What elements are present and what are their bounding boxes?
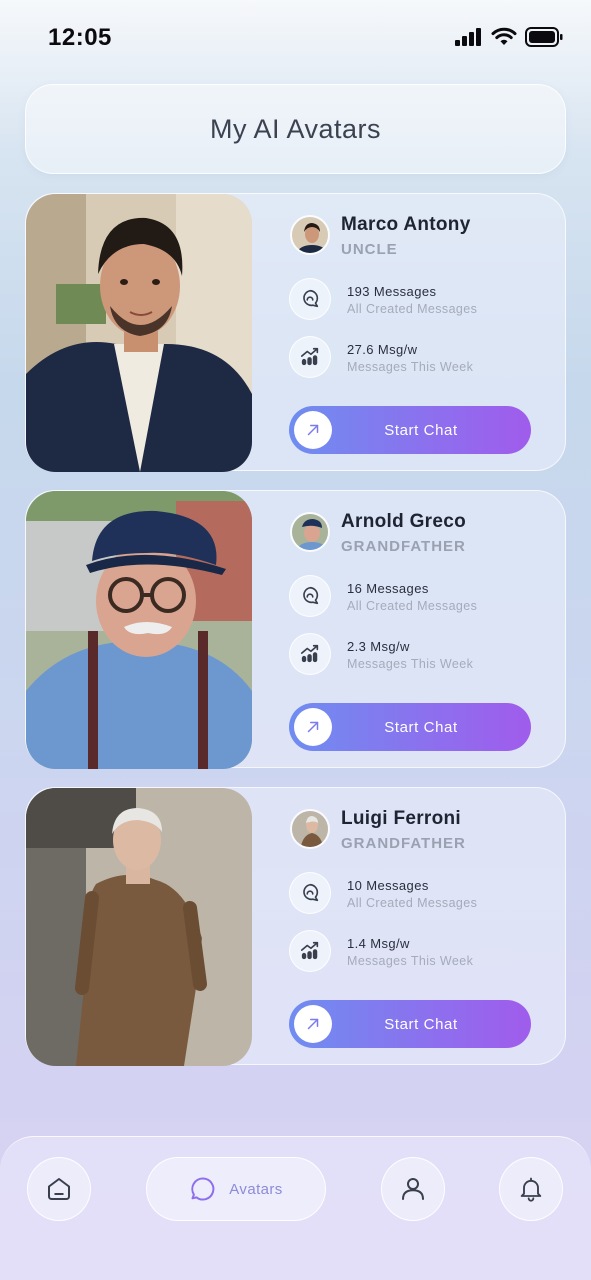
person-name: Luigi Ferroni	[341, 808, 462, 829]
header-card: My AI Avatars	[25, 84, 566, 174]
message-bubble-icon	[303, 586, 319, 605]
avatar-photo-luigi	[26, 788, 252, 1066]
start-chat-button[interactable]: Start Chat	[289, 406, 531, 454]
trend-chart-icon	[300, 347, 319, 366]
start-chat-button[interactable]: Start Chat	[289, 703, 531, 751]
person-relation: GRANDFATHER	[341, 538, 466, 555]
messages-icon-wrap	[289, 278, 331, 320]
person-name: Arnold Greco	[341, 511, 467, 532]
nav-notifications-button[interactable]	[499, 1157, 563, 1221]
trend-chart-icon	[300, 644, 319, 663]
battery-icon	[525, 27, 563, 47]
messages-icon-wrap	[289, 872, 331, 914]
messages-icon-wrap	[289, 575, 331, 617]
cellular-signal-icon	[455, 28, 481, 46]
messages-count: 193 Messages	[347, 284, 437, 299]
wifi-icon	[491, 27, 517, 45]
messages-caption: All Created Messages	[347, 896, 478, 910]
page-title: My AI Avatars	[209, 113, 382, 144]
avatar-photo	[26, 788, 252, 1066]
mini-avatar	[290, 809, 330, 849]
start-chat-label: Start Chat	[384, 421, 458, 439]
rate-caption: Messages This Week	[347, 954, 474, 968]
bottom-nav: Avatars	[0, 1136, 591, 1280]
rate-icon-wrap	[289, 336, 331, 378]
rate-caption: Messages This Week	[347, 360, 474, 374]
rate-value: 27.6 Msg/w	[347, 342, 418, 357]
status-bar: 12:05	[0, 0, 591, 76]
status-icons	[455, 27, 563, 47]
start-chat-button[interactable]: Start Chat	[289, 1000, 531, 1048]
nav-home-button[interactable]	[27, 1157, 91, 1221]
messages-count: 10 Messages	[347, 878, 429, 893]
avatar-photo	[26, 491, 252, 769]
nav-profile-button[interactable]	[381, 1157, 445, 1221]
messages-caption: All Created Messages	[347, 599, 478, 613]
start-chat-label: Start Chat	[384, 1015, 458, 1033]
person-name: Marco Antony	[341, 214, 471, 235]
avatar-photo	[26, 194, 252, 472]
avatar-photo-marco	[26, 194, 252, 472]
message-bubble-icon	[303, 883, 319, 902]
avatar-card-arnold[interactable]: Arnold Greco GRANDFATHER 16 Messages All…	[25, 490, 566, 769]
profile-icon	[402, 1178, 424, 1200]
mini-avatar	[290, 512, 330, 552]
nav-avatars-label: Avatars	[229, 1180, 283, 1198]
messages-caption: All Created Messages	[347, 302, 478, 316]
rate-caption: Messages This Week	[347, 657, 474, 671]
mini-avatar	[290, 215, 330, 255]
status-time: 12:05	[48, 24, 112, 51]
home-icon	[48, 1178, 70, 1200]
trend-chart-icon	[300, 941, 319, 960]
start-chat-label: Start Chat	[384, 718, 458, 736]
rate-icon-wrap	[289, 930, 331, 972]
chat-bubble-icon	[191, 1177, 215, 1201]
messages-count: 16 Messages	[347, 581, 429, 596]
nav-avatars-button[interactable]: Avatars	[146, 1157, 326, 1221]
rate-icon-wrap	[289, 633, 331, 675]
avatar-card-marco[interactable]: Marco Antony UNCLE 193 Messages All Crea…	[25, 193, 566, 472]
avatar-card-luigi[interactable]: Luigi Ferroni GRANDFATHER 10 Messages Al…	[25, 787, 566, 1066]
avatar-photo-arnold	[26, 491, 252, 769]
bell-icon	[520, 1177, 542, 1202]
rate-value: 2.3 Msg/w	[347, 639, 410, 654]
rate-value: 1.4 Msg/w	[347, 936, 410, 951]
person-relation: UNCLE	[341, 241, 398, 258]
person-relation: GRANDFATHER	[341, 835, 466, 852]
message-bubble-icon	[303, 289, 319, 308]
